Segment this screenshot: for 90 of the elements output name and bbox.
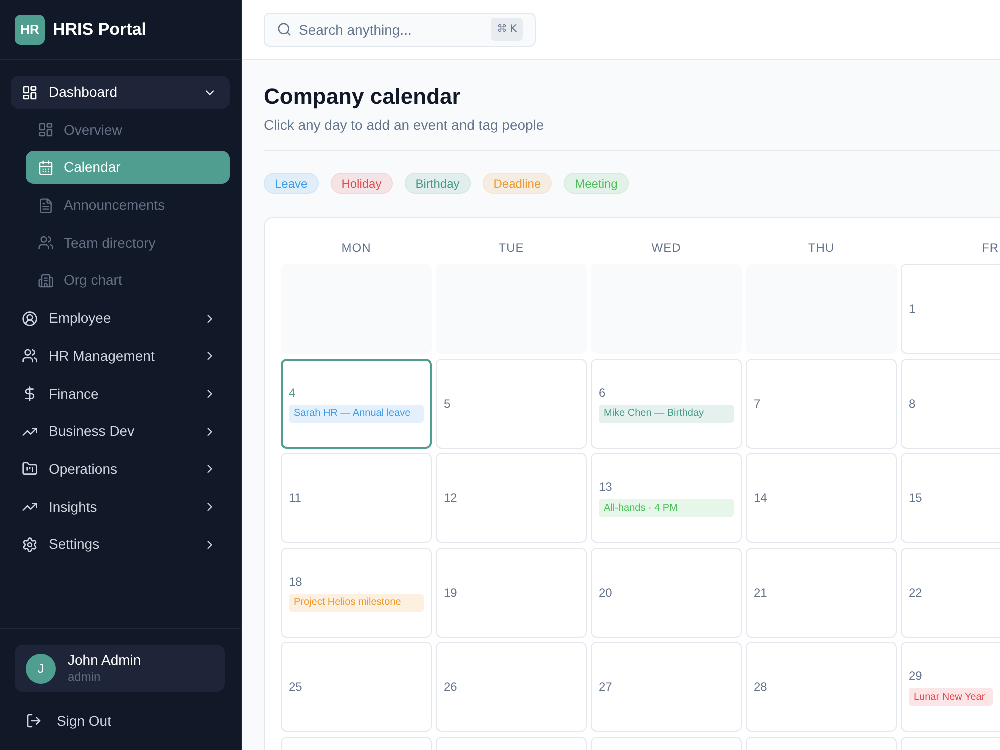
nav-subitem[interactable]: Calendar [26, 151, 230, 184]
day-number: 29 [909, 668, 922, 684]
day-number: 4 [289, 384, 296, 400]
event-chip[interactable]: Lunar New Year [909, 688, 993, 706]
day-number: 26 [444, 679, 458, 695]
page-subtitle: Click any day to add an event and tag people [264, 116, 546, 135]
day-cell[interactable]: 29 Lunar New Year [901, 642, 1000, 732]
day-cell[interactable]: 27 [591, 642, 742, 732]
day-cell[interactable]: 11 [281, 453, 432, 543]
day-cell[interactable]: 1 [901, 264, 1000, 354]
day-cell[interactable]: 8 [901, 358, 1000, 448]
page-title: Company calendar [264, 83, 462, 111]
nav-item[interactable]: Settings [11, 528, 230, 562]
event-chip[interactable]: Sarah HR — Annual leave [289, 404, 424, 422]
category-tag: Meeting [564, 173, 629, 194]
settings-icon [22, 536, 38, 553]
nav-item[interactable]: Employee [11, 302, 230, 336]
day-number: 25 [289, 679, 302, 695]
folder-icon [22, 461, 38, 478]
day-number: 28 [754, 679, 768, 695]
day-cell[interactable]: 26 [436, 642, 587, 732]
day-number: 18 [289, 574, 302, 590]
grid-icon [22, 84, 38, 100]
day-cell[interactable]: 12 [436, 453, 587, 543]
day-cell[interactable]: 20 [591, 548, 742, 638]
grid-icon [38, 122, 54, 138]
user-name: John Admin [68, 652, 142, 669]
nav-item[interactable]: Dashboard [11, 76, 230, 109]
avatar: J [26, 654, 56, 684]
day-cell[interactable]: 4 Sarah HR — Annual leave [281, 358, 432, 448]
day-number: 11 [289, 490, 302, 506]
weekday-label: THU [808, 240, 835, 257]
nav-item[interactable]: HR Management [11, 340, 230, 373]
day-cell[interactable]: 13 All-hands · 4 PM [591, 453, 742, 543]
category-tag: Deadline [482, 173, 552, 194]
day-number: 13 [599, 479, 612, 495]
day-cell[interactable]: 14 [746, 453, 897, 543]
day-cell[interactable]: 5 [436, 358, 587, 448]
day-cell[interactable]: 18 Project Helios milestone [281, 548, 432, 638]
search-icon [277, 22, 292, 37]
day-number: 7 [754, 396, 761, 412]
weekday-label: MON [342, 240, 372, 257]
people-icon [22, 348, 38, 364]
day-cell[interactable]: 25 [281, 642, 432, 732]
day-number: 15 [909, 490, 922, 506]
day-cell[interactable]: 6 Mike Chen — Birthday [591, 358, 742, 448]
day-cell[interactable]: 22 [901, 548, 1000, 638]
nav-subitem[interactable]: Announcements [26, 189, 230, 222]
nav-item[interactable]: Business Dev [11, 415, 230, 448]
day-number: 19 [444, 584, 458, 600]
category-tag: Leave [264, 173, 319, 194]
event-chip[interactable]: Mike Chen — Birthday [599, 404, 734, 422]
day-number: 8 [909, 396, 916, 412]
logout-icon [26, 713, 42, 729]
day-number: 6 [599, 384, 606, 400]
sign-out-button[interactable]: Sign Out [15, 705, 225, 737]
shortcut-hint: ⌘ K [491, 18, 523, 40]
nav-subitem[interactable]: Org chart [26, 264, 230, 298]
user-role: admin [68, 669, 102, 685]
nav-subitem[interactable]: Team directory [26, 226, 230, 260]
day-number: 1 [909, 301, 916, 317]
user-circle-icon [22, 310, 38, 327]
nav-subitem[interactable]: Overview [26, 114, 230, 147]
day-number: 20 [599, 584, 612, 600]
document-icon [38, 198, 54, 214]
day-cell[interactable]: 15 [901, 453, 1000, 543]
day-number: 21 [754, 584, 768, 600]
logo: HR [15, 14, 45, 44]
weekday-label: WED [652, 240, 682, 257]
nav-item[interactable]: Finance [11, 378, 230, 410]
app-title: HRIS Portal [53, 18, 147, 41]
day-number: 5 [444, 396, 451, 412]
weekday-label: TUE [498, 240, 524, 257]
day-number: 14 [754, 490, 768, 506]
category-tag: Birthday [404, 173, 471, 194]
day-cell[interactable]: 7 [746, 358, 897, 448]
category-tag: Holiday [330, 173, 393, 194]
building-icon [38, 272, 54, 289]
day-cell[interactable]: 19 [436, 548, 587, 638]
weekday-label: FR [982, 240, 999, 257]
day-cell[interactable]: 21 [746, 548, 897, 638]
user-card[interactable]: J John Admin admin [15, 645, 225, 692]
day-number: 27 [599, 679, 612, 695]
nav-item[interactable]: Operations [11, 452, 230, 486]
day-number: 12 [444, 490, 458, 506]
day-number: 22 [909, 584, 922, 600]
nav-item[interactable]: Insights [11, 490, 230, 524]
people-icon [38, 235, 54, 252]
calendar-icon [38, 160, 54, 176]
day-cell[interactable]: 28 [746, 642, 897, 732]
